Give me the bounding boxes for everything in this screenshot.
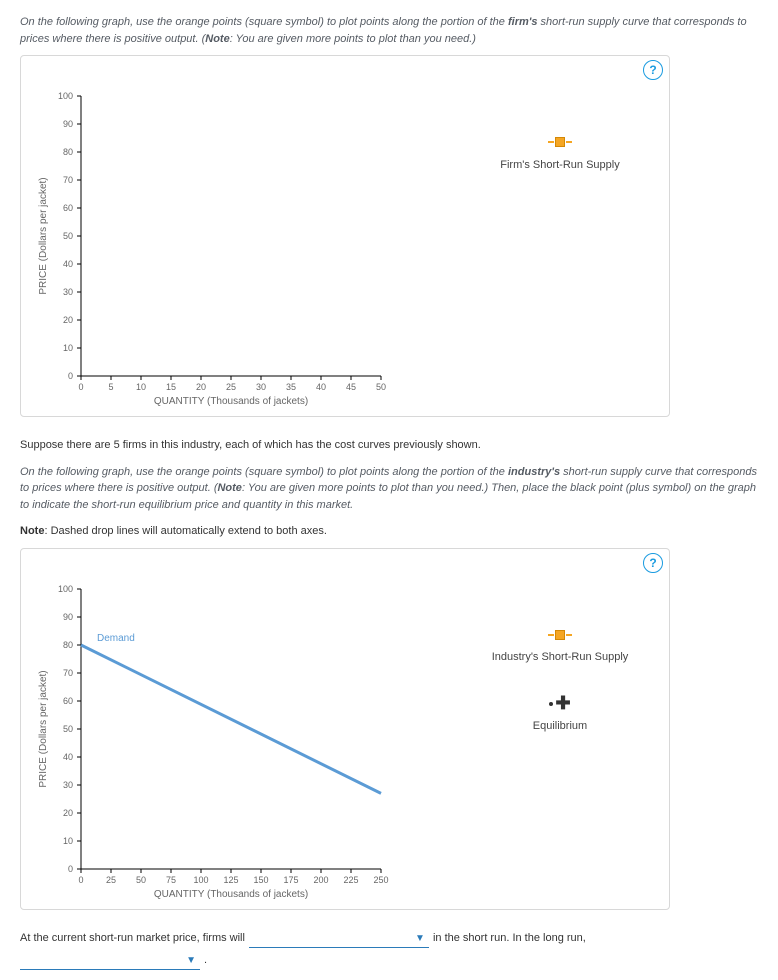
svg-text:90: 90 bbox=[63, 119, 73, 129]
svg-text:50: 50 bbox=[136, 875, 146, 885]
svg-text:20: 20 bbox=[196, 382, 206, 392]
svg-text:175: 175 bbox=[283, 875, 298, 885]
svg-text:60: 60 bbox=[63, 696, 73, 706]
legend-firm-supply[interactable]: Firm's Short-Run Supply bbox=[471, 136, 649, 173]
plus-point-icon: ✚ bbox=[549, 693, 570, 713]
text-suppose: Suppose there are 5 firms in this indust… bbox=[20, 437, 758, 454]
svg-text:35: 35 bbox=[286, 382, 296, 392]
svg-text:5: 5 bbox=[108, 382, 113, 392]
svg-text:25: 25 bbox=[106, 875, 116, 885]
svg-text:225: 225 bbox=[343, 875, 358, 885]
y-axis-label: PRICE (Dollars per jacket) bbox=[38, 177, 49, 294]
chevron-down-icon: ▼ bbox=[415, 931, 425, 946]
svg-text:125: 125 bbox=[223, 875, 238, 885]
help-button[interactable]: ? bbox=[643, 60, 663, 80]
svg-text:50: 50 bbox=[376, 382, 386, 392]
chart-firm[interactable]: 0 10 20 30 40 50 60 70 80 90 100 0 bbox=[31, 86, 451, 406]
svg-text:50: 50 bbox=[63, 724, 73, 734]
svg-text:30: 30 bbox=[63, 780, 73, 790]
svg-text:10: 10 bbox=[63, 343, 73, 353]
svg-text:75: 75 bbox=[166, 875, 176, 885]
svg-text:100: 100 bbox=[58, 91, 73, 101]
instruction-2: On the following graph, use the orange p… bbox=[20, 464, 758, 514]
svg-text:0: 0 bbox=[78, 875, 83, 885]
svg-text:25: 25 bbox=[226, 382, 236, 392]
demand-line bbox=[81, 645, 381, 793]
svg-text:45: 45 bbox=[346, 382, 356, 392]
svg-text:70: 70 bbox=[63, 175, 73, 185]
y-axis-label: PRICE (Dollars per jacket) bbox=[38, 670, 49, 787]
chevron-down-icon: ▼ bbox=[186, 953, 196, 968]
demand-label: Demand bbox=[97, 633, 135, 644]
svg-text:60: 60 bbox=[63, 203, 73, 213]
graph-panel-industry: ? 0 10 20 30 40 50 60 70 80 bbox=[20, 548, 670, 910]
svg-text:150: 150 bbox=[253, 875, 268, 885]
legend-equilibrium[interactable]: ✚ Equilibrium bbox=[471, 694, 649, 735]
instruction-1: On the following graph, use the orange p… bbox=[20, 14, 758, 47]
graph-panel-firm: ? 0 10 20 30 40 50 60 70 bbox=[20, 55, 670, 417]
svg-text:250: 250 bbox=[373, 875, 388, 885]
svg-text:10: 10 bbox=[136, 382, 146, 392]
svg-text:0: 0 bbox=[68, 371, 73, 381]
dropdown-long-run[interactable]: ▼ bbox=[20, 952, 200, 970]
svg-text:100: 100 bbox=[193, 875, 208, 885]
square-point-icon bbox=[555, 137, 565, 147]
svg-text:20: 20 bbox=[63, 315, 73, 325]
fill-sentence: At the current short-run market price, f… bbox=[20, 930, 758, 970]
svg-text:40: 40 bbox=[63, 259, 73, 269]
svg-text:100: 100 bbox=[58, 584, 73, 594]
svg-text:0: 0 bbox=[68, 864, 73, 874]
square-point-icon bbox=[555, 630, 565, 640]
svg-text:20: 20 bbox=[63, 808, 73, 818]
x-axis-label: QUANTITY (Thousands of jackets) bbox=[154, 396, 308, 406]
svg-text:70: 70 bbox=[63, 668, 73, 678]
svg-text:40: 40 bbox=[63, 752, 73, 762]
chart-industry[interactable]: 0 10 20 30 40 50 60 70 80 90 100 0 bbox=[31, 579, 451, 899]
legend-industry-supply[interactable]: Industry's Short-Run Supply bbox=[471, 629, 649, 666]
svg-text:200: 200 bbox=[313, 875, 328, 885]
help-button[interactable]: ? bbox=[643, 553, 663, 573]
svg-text:10: 10 bbox=[63, 836, 73, 846]
x-axis-label: QUANTITY (Thousands of jackets) bbox=[154, 889, 308, 899]
svg-text:30: 30 bbox=[63, 287, 73, 297]
svg-text:30: 30 bbox=[256, 382, 266, 392]
svg-text:50: 50 bbox=[63, 231, 73, 241]
svg-text:40: 40 bbox=[316, 382, 326, 392]
dropdown-short-run[interactable]: ▼ bbox=[249, 930, 429, 948]
svg-text:0: 0 bbox=[78, 382, 83, 392]
note-dashed: Note: Dashed drop lines will automatical… bbox=[20, 523, 758, 540]
svg-text:90: 90 bbox=[63, 612, 73, 622]
svg-text:80: 80 bbox=[63, 147, 73, 157]
svg-text:15: 15 bbox=[166, 382, 176, 392]
svg-text:80: 80 bbox=[63, 640, 73, 650]
